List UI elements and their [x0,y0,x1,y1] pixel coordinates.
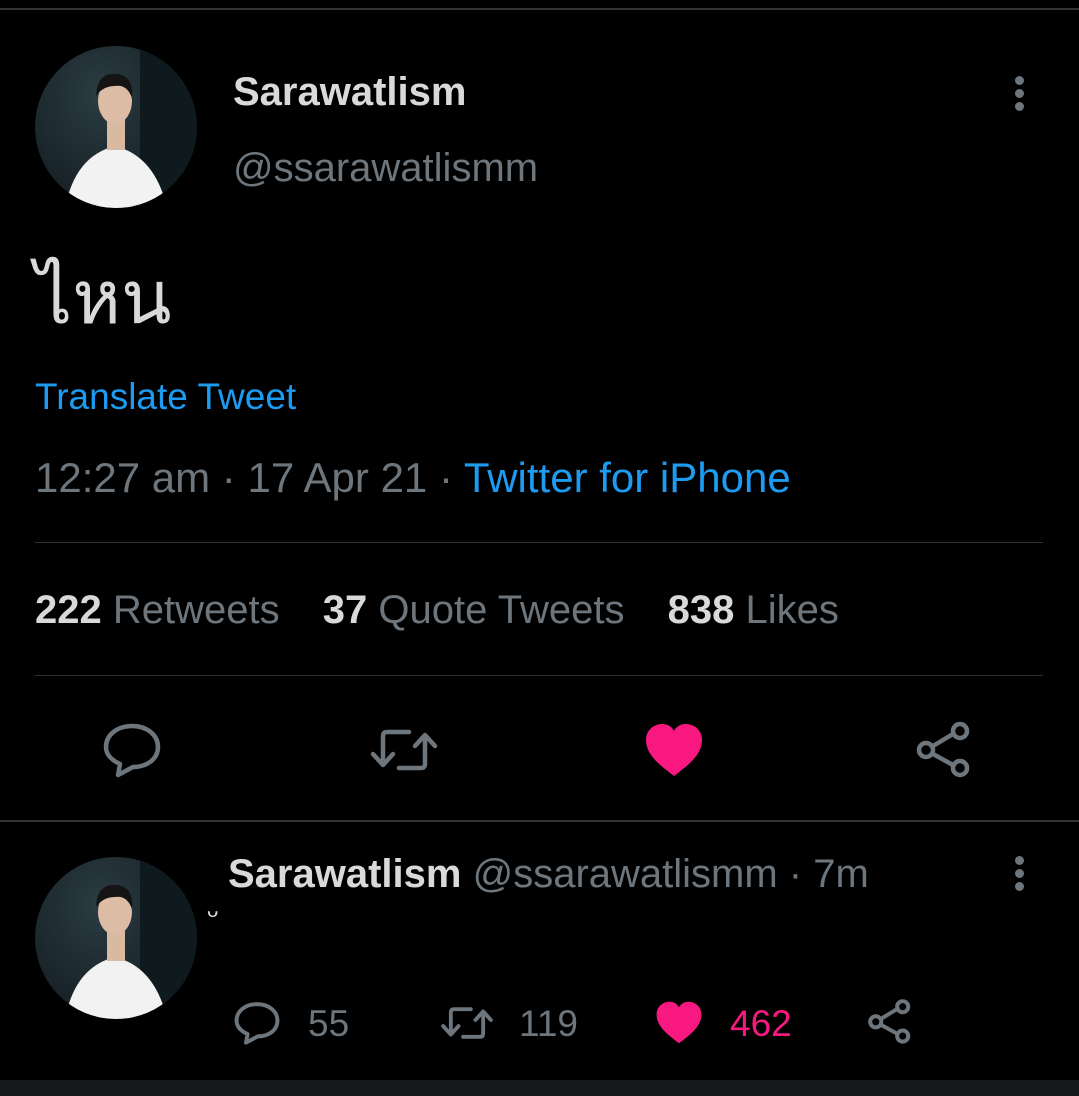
reply-share-button[interactable] [866,998,914,1044]
heart-icon [646,724,702,776]
quote-tweets-stat[interactable]: 37 Quote Tweets [323,588,625,632]
divider [0,820,1079,822]
tweet-date: 17 Apr 21 [247,454,428,501]
likes-count: 838 [667,588,735,632]
user-handle[interactable]: @ssarawatlismm [233,146,538,191]
quote-tweets-count: 37 [322,588,368,632]
tweet-source-link[interactable]: Twitter for iPhone [464,454,791,501]
tweet-text: ไหน [35,255,172,341]
retweets-label: Retweets [112,588,280,632]
likes-label: Likes [745,588,839,632]
tweet-time: 12:27 am [35,454,211,501]
retweets-count: 222 [35,588,102,632]
divider [35,542,1043,543]
reply-button[interactable] [102,722,162,778]
retweet-icon [441,1007,493,1039]
divider [35,675,1043,676]
separator: · [438,454,453,501]
reply-icon [103,723,161,778]
reply-age: 7m [813,852,869,896]
retweets-stat[interactable]: 222 Retweets [35,588,280,632]
tweet-metadata: 12:27 am · 17 Apr 21 · Twitter for iPhon… [35,454,791,502]
reply-reply-button[interactable] [233,1001,281,1045]
share-icon [916,721,970,778]
retweet-button[interactable] [369,724,439,776]
reply-like-button[interactable] [655,1000,703,1045]
reply-header: Sarawatlism @ssarawatlismm · 7m [228,852,869,897]
reply-text: ᵕ [207,898,219,931]
separator: · [788,852,803,896]
tweet-stats: 222 Retweets 37 Quote Tweets 838 Likes [35,588,871,633]
share-icon [868,999,911,1044]
reply-icon [234,1002,280,1045]
top-divider [0,8,1079,10]
share-button[interactable] [914,720,974,778]
reply-retweet-button[interactable] [440,1003,494,1043]
retweet-icon [370,729,438,771]
heart-icon [656,1001,702,1044]
avatar[interactable] [35,46,197,208]
reply-display-name[interactable]: Sarawatlism [228,852,461,896]
like-button[interactable] [644,722,704,778]
bottom-bar [0,1080,1079,1096]
more-options-icon[interactable] [1012,76,1026,116]
reply-retweets-count: 119 [519,1003,578,1044]
more-options-icon[interactable] [1012,856,1026,896]
display-name[interactable]: Sarawatlism [233,70,466,115]
likes-stat[interactable]: 838 Likes [668,588,839,632]
reply-handle[interactable]: @ssarawatlismm [473,852,778,896]
quote-tweets-label: Quote Tweets [378,588,625,632]
translate-tweet-link[interactable]: Translate Tweet [35,376,296,418]
separator: · [221,454,236,501]
reply-likes-count: 462 [730,1003,792,1044]
avatar[interactable] [35,857,197,1019]
reply-replies-count: 55 [308,1003,350,1044]
